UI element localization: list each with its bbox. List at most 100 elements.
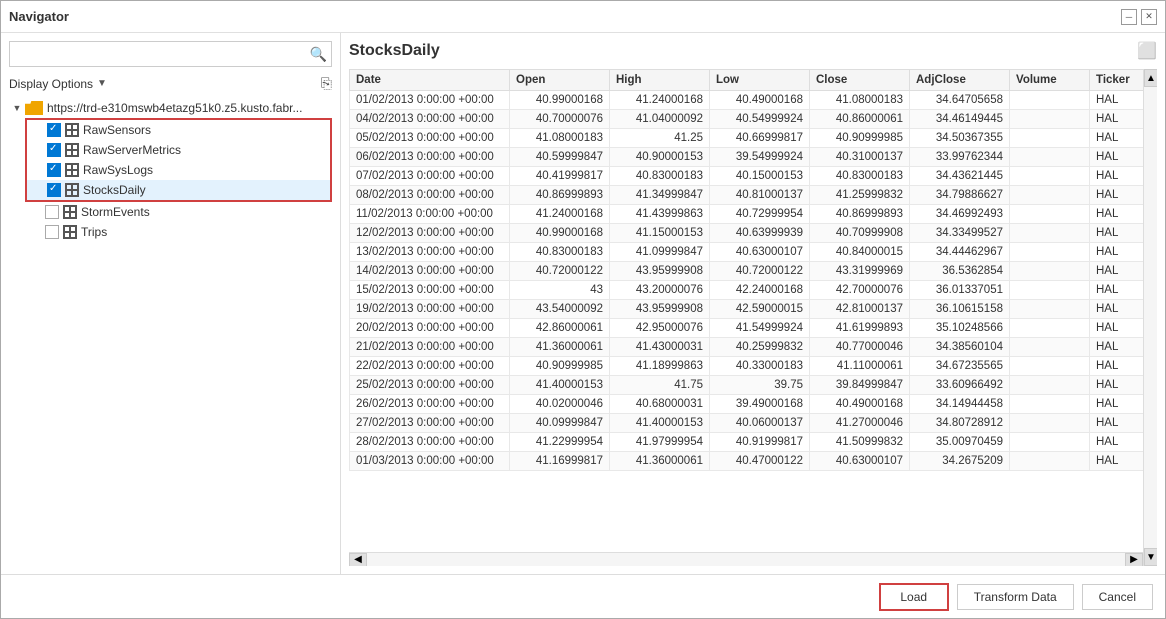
table-row: 28/02/2013 0:00:00 +00:0041.2299995441.9… (350, 433, 1144, 452)
table-cell: 08/02/2013 0:00:00 +00:00 (350, 186, 510, 205)
scroll-right-arrow[interactable]: ▶ (1125, 553, 1143, 567)
close-button[interactable]: ✕ (1141, 9, 1157, 25)
table-cell: 43.95999908 (610, 300, 710, 319)
checkbox-trips[interactable] (45, 225, 59, 239)
scroll-down-arrow[interactable]: ▼ (1144, 548, 1157, 566)
table-cell: 40.31000137 (810, 148, 910, 167)
table-cell (1010, 414, 1090, 433)
tree-item-rawsensors[interactable]: RawSensors (27, 120, 330, 140)
tree-root[interactable]: ▼ https://trd-e310mswb4etazg51k0.z5.kust… (9, 98, 332, 118)
checkbox-stormevents[interactable] (45, 205, 59, 219)
table-cell: 40.15000153 (710, 167, 810, 186)
refresh-icon[interactable]: ⎘ (321, 75, 332, 92)
display-options-label-text: Display Options (9, 77, 93, 91)
table-cell: 07/02/2013 0:00:00 +00:00 (350, 167, 510, 186)
table-cell: 40.68000031 (610, 395, 710, 414)
table-row: 14/02/2013 0:00:00 +00:0040.7200012243.9… (350, 262, 1144, 281)
table-cell: 41.61999893 (810, 319, 910, 338)
table-icon-rawsyslogs (65, 163, 79, 177)
table-cell (1010, 205, 1090, 224)
table-cell: 40.81000137 (710, 186, 810, 205)
table-cell: 40.02000046 (510, 395, 610, 414)
table-cell: 43.95999908 (610, 262, 710, 281)
table-cell: HAL (1090, 452, 1144, 471)
table-cell (1010, 167, 1090, 186)
table-cell (1010, 91, 1090, 110)
checkbox-rawsyslogs[interactable] (47, 163, 61, 177)
table-cell: HAL (1090, 186, 1144, 205)
table-cell: 41.18999863 (610, 357, 710, 376)
scroll-left-arrow[interactable]: ◀ (349, 553, 367, 567)
cancel-button[interactable]: Cancel (1082, 584, 1153, 610)
tree-item-rawservermetrics[interactable]: RawServerMetrics (27, 140, 330, 160)
table-cell: 19/02/2013 0:00:00 +00:00 (350, 300, 510, 319)
table-cell: 41.34999847 (610, 186, 710, 205)
minimize-button[interactable]: ─ (1121, 9, 1137, 25)
tree-item-trips[interactable]: Trips (25, 222, 332, 242)
table-cell: 34.38560104 (910, 338, 1010, 357)
table-cell (1010, 148, 1090, 167)
table-row: 22/02/2013 0:00:00 +00:0040.9099998541.1… (350, 357, 1144, 376)
table-cell (1010, 452, 1090, 471)
spacer (31, 122, 47, 138)
table-cell: HAL (1090, 414, 1144, 433)
table-cell: 40.83000183 (810, 167, 910, 186)
transform-data-button[interactable]: Transform Data (957, 584, 1074, 610)
table-cell (1010, 262, 1090, 281)
table-cell: 27/02/2013 0:00:00 +00:00 (350, 414, 510, 433)
table-cell: 43.20000076 (610, 281, 710, 300)
checkbox-rawsensors[interactable] (47, 123, 61, 137)
table-cell: 39.75 (710, 376, 810, 395)
table-cell (1010, 433, 1090, 452)
table-inner: Date Open High Low Close AdjClose Volume… (349, 69, 1143, 566)
tree-item-rawsyslogs[interactable]: RawSysLogs (27, 160, 330, 180)
table-cell (1010, 319, 1090, 338)
export-icon[interactable]: ⬜ (1137, 41, 1157, 61)
search-input[interactable] (14, 47, 310, 61)
horizontal-scrollbar[interactable]: ◀ ▶ (349, 552, 1143, 566)
table-cell: 40.54999924 (710, 110, 810, 129)
table-cell: HAL (1090, 91, 1144, 110)
table-cell: 41.08000183 (510, 129, 610, 148)
table-cell: HAL (1090, 433, 1144, 452)
vertical-scrollbar[interactable]: ▲ ▼ (1143, 69, 1157, 566)
table-title-bar: StocksDaily ⬜ (349, 41, 1157, 61)
table-cell (1010, 110, 1090, 129)
table-cell: HAL (1090, 110, 1144, 129)
scroll-up-arrow[interactable]: ▲ (1144, 69, 1157, 87)
left-panel: 🔍 Display Options ▼ ⎘ ▼ https://trd-e310… (1, 33, 341, 574)
search-icon: 🔍 (310, 46, 327, 63)
checkbox-stocksdaily[interactable] (47, 183, 61, 197)
table-cell: 40.63999939 (710, 224, 810, 243)
table-cell: 40.63000107 (710, 243, 810, 262)
tree-item-stocksdaily[interactable]: StocksDaily (27, 180, 330, 200)
table-cell: 34.50367355 (910, 129, 1010, 148)
tree-item-stormevents[interactable]: StormEvents (25, 202, 332, 222)
table-row: 15/02/2013 0:00:00 +00:004343.2000007642… (350, 281, 1144, 300)
table-cell: 41.08000183 (810, 91, 910, 110)
right-panel: StocksDaily ⬜ Date Open High Low (341, 33, 1165, 574)
table-cell: 40.86999893 (810, 205, 910, 224)
col-high: High (610, 70, 710, 91)
table-cell: 34.79886627 (910, 186, 1010, 205)
table-scroll-area[interactable]: Date Open High Low Close AdjClose Volume… (349, 69, 1143, 552)
checkbox-rawservermetrics[interactable] (47, 143, 61, 157)
table-cell: 41.09999847 (610, 243, 710, 262)
table-cell: 34.44462967 (910, 243, 1010, 262)
table-cell: 34.64705658 (910, 91, 1010, 110)
table-cell: 14/02/2013 0:00:00 +00:00 (350, 262, 510, 281)
table-icon-rawservermetrics (65, 143, 79, 157)
load-button[interactable]: Load (879, 583, 949, 611)
navigator-window: Navigator ─ ✕ 🔍 Display Options ▼ ⎘ (0, 0, 1166, 619)
table-row: 01/02/2013 0:00:00 +00:0040.9900016841.2… (350, 91, 1144, 110)
tree-expand-icon: ▼ (9, 100, 25, 116)
table-cell: HAL (1090, 167, 1144, 186)
table-cell: 43 (510, 281, 610, 300)
table-cell: HAL (1090, 262, 1144, 281)
display-options-button[interactable]: Display Options ▼ (9, 77, 107, 91)
table-icon-rawsensors (65, 123, 79, 137)
table-cell: 34.80728912 (910, 414, 1010, 433)
table-cell: 41.40000153 (610, 414, 710, 433)
spacer (31, 182, 47, 198)
table-cell: 41.24000168 (510, 205, 610, 224)
